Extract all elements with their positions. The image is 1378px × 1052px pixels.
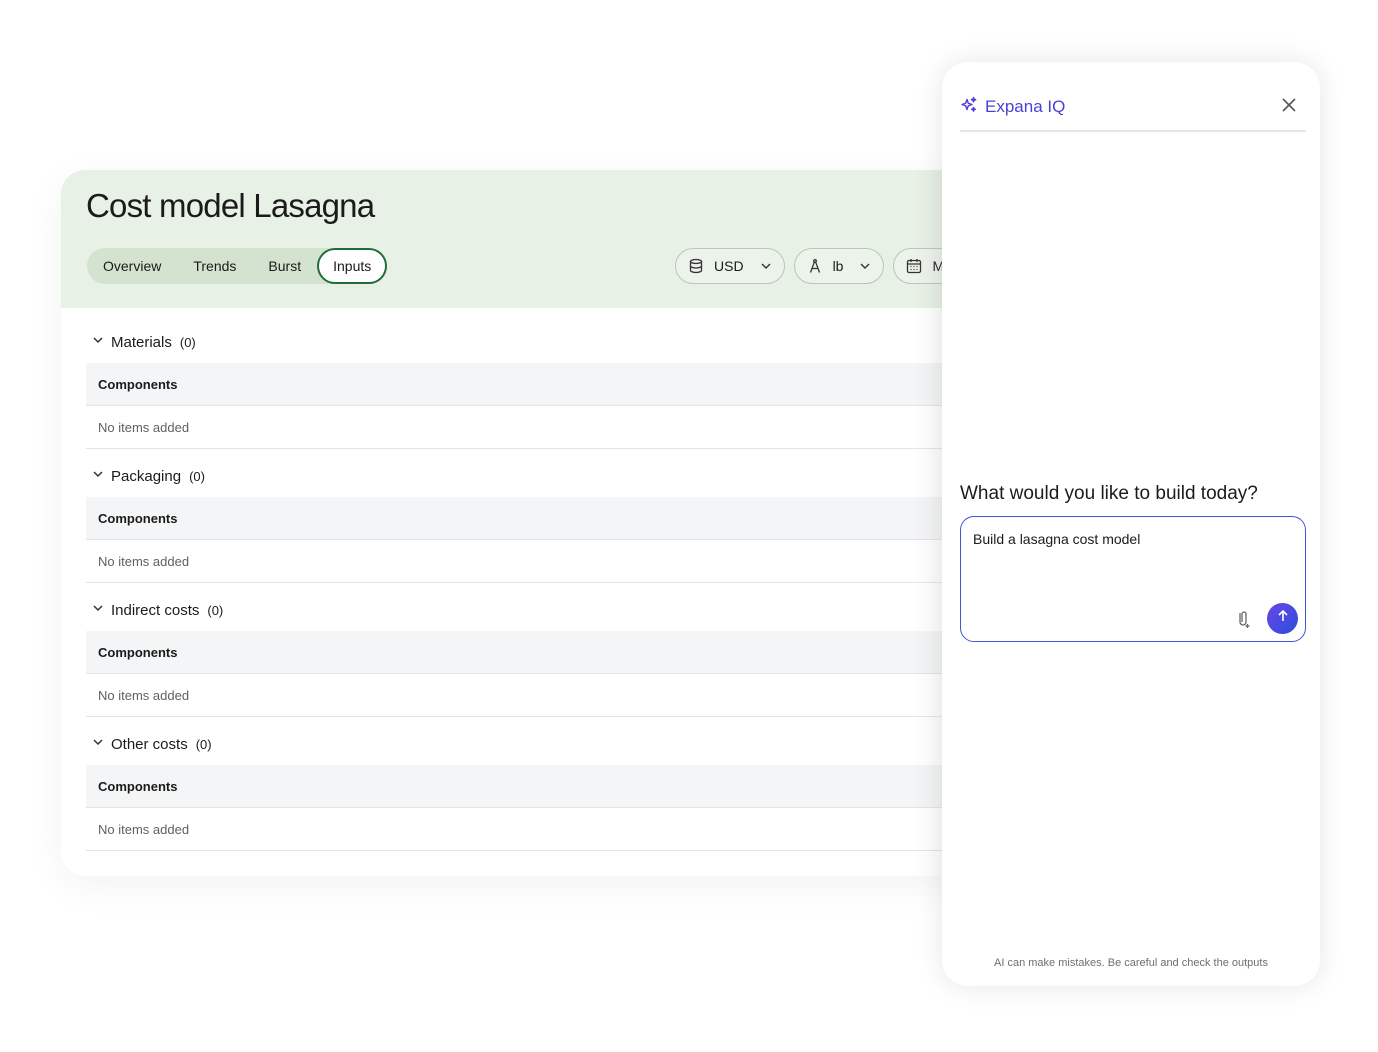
tab-burst[interactable]: Burst (252, 248, 317, 284)
assistant-header: Expana IQ (960, 84, 1306, 132)
empty-row: No items added (86, 674, 1026, 717)
tab-bar: Overview Trends Burst Inputs (87, 248, 388, 284)
assistant-panel: Expana IQ What would you like to build t… (942, 62, 1320, 986)
section-toggle[interactable]: Other costs (0) (86, 730, 1026, 758)
compass-icon (807, 258, 823, 274)
cost-model-window: Cost model Lasagna Overview Trends Burst… (61, 170, 1061, 876)
attach-button[interactable] (1234, 609, 1252, 634)
section-packaging: Packaging (0) Components No items added (86, 462, 1026, 583)
prompt-input[interactable]: Build a lasagna cost model (960, 516, 1306, 642)
calendar-icon (906, 258, 922, 274)
table-header: Components (86, 631, 1026, 674)
chevron-down-icon (91, 333, 105, 352)
section-count: (0) (207, 602, 224, 618)
section-title: Indirect costs (111, 601, 200, 619)
table-header: Components (86, 765, 1026, 808)
assistant-brand: Expana IQ (960, 96, 1065, 119)
section-indirect-costs: Indirect costs (0) Components No items a… (86, 596, 1026, 717)
section-count: (0) (189, 468, 205, 484)
page-header: Cost model Lasagna Overview Trends Burst… (61, 170, 1061, 308)
arrow-up-icon (1276, 609, 1290, 628)
section-count: (0) (195, 736, 212, 752)
empty-row: No items added (86, 540, 1026, 583)
section-toggle[interactable]: Indirect costs (0) (86, 596, 1026, 624)
section-toggle[interactable]: Materials (0) (86, 328, 1026, 356)
unit-value: lb (832, 258, 844, 274)
section-other-costs: Other costs (0) Components No items adde… (86, 730, 1026, 851)
currency-value: USD (714, 258, 744, 274)
chevron-down-icon (91, 467, 105, 486)
empty-row: No items added (86, 406, 1026, 449)
close-button[interactable] (1282, 97, 1296, 117)
send-button[interactable] (1267, 603, 1298, 634)
section-title: Other costs (111, 735, 188, 753)
prompt-input-text[interactable]: Build a lasagna cost model (973, 531, 1140, 547)
assistant-title: Expana IQ (985, 97, 1066, 116)
database-icon (688, 258, 704, 274)
section-title: Packaging (111, 467, 182, 485)
ai-disclaimer: AI can make mistakes. Be careful and che… (994, 957, 1268, 969)
unit-select[interactable]: lb (793, 248, 885, 284)
chevron-down-icon (91, 601, 105, 620)
section-title: Materials (111, 333, 172, 351)
header-controls: USD lb (675, 248, 965, 284)
tab-trends[interactable]: Trends (177, 248, 252, 284)
chevron-down-icon (91, 735, 105, 754)
currency-select[interactable]: USD (675, 248, 785, 284)
table-header: Components (86, 363, 1026, 406)
tab-inputs[interactable]: Inputs (317, 248, 388, 284)
chevron-down-icon (859, 260, 871, 272)
empty-row: No items added (86, 808, 1026, 851)
page-title: Cost model Lasagna (86, 187, 375, 224)
tab-overview[interactable]: Overview (87, 248, 177, 284)
close-icon (1282, 97, 1296, 117)
section-toggle[interactable]: Packaging (0) (86, 462, 1026, 490)
table-header: Components (86, 497, 1026, 540)
paperclip-icon (1234, 611, 1252, 633)
section-materials: Materials (0) Components No items added (86, 328, 1026, 449)
input-sections: Materials (0) Components No items added … (86, 328, 1026, 864)
prompt-question: What would you like to build today? (960, 483, 1258, 504)
sparkle-icon (960, 96, 978, 119)
section-count: (0) (179, 334, 196, 350)
chevron-down-icon (760, 260, 772, 272)
